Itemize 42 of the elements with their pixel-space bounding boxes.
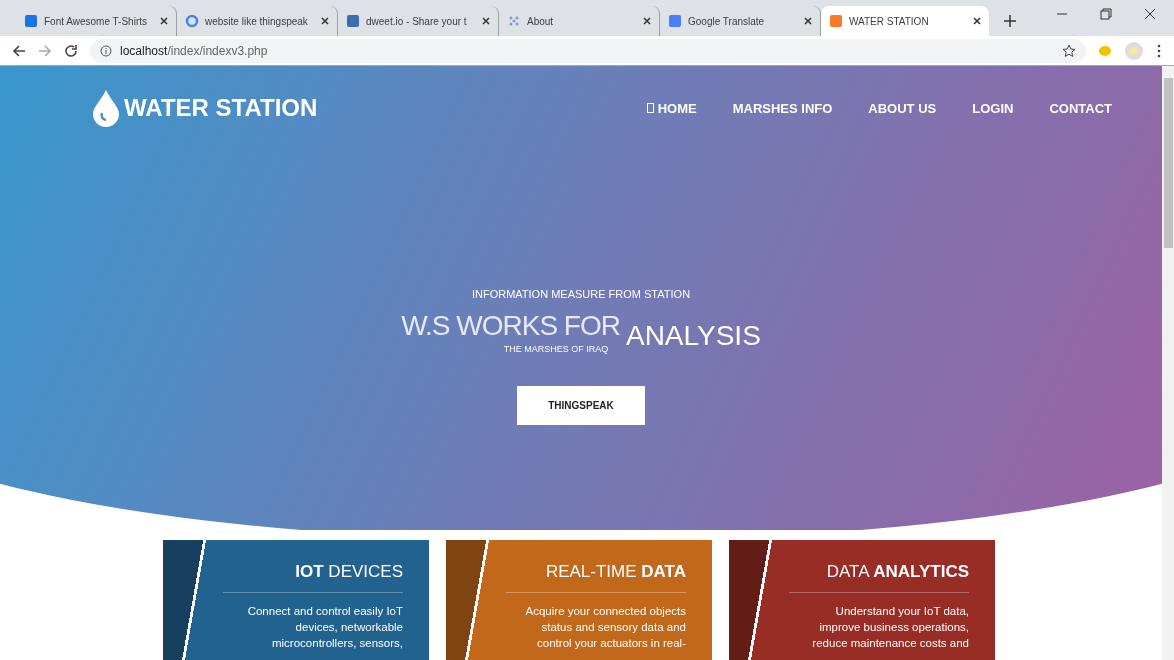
nav-link[interactable]: LOGIN [972,100,1014,116]
card-title: DATA ANALYTICS [789,562,969,593]
hero-eyebrow: INFORMATION MEASURE FROM STATION [471,288,691,300]
close-icon[interactable] [160,17,168,25]
restore-icon[interactable] [1100,8,1112,20]
browser-tab[interactable]: About [499,6,660,36]
nav-link[interactable]: HOME [646,100,697,116]
close-icon[interactable] [1144,8,1156,20]
card-text: Understand your IoT data, improve business operations, reduce maintenance costs and [811,604,969,651]
nav-link[interactable]: ABOUT US [868,100,937,116]
close-icon[interactable] [804,17,812,25]
back-icon[interactable] [12,43,26,58]
reload-icon[interactable] [64,43,78,58]
hero-headline-accent: ANALYSIS [625,320,761,352]
new-tab-icon[interactable] [1003,14,1017,28]
thingspeak-button[interactable]: THINGSPEAK [517,386,645,425]
hero-subline: THE MARSHES OF IRAQ [503,344,609,354]
browser-tab[interactable]: website like thingspeak [177,6,338,36]
close-icon[interactable] [321,17,329,25]
scrollbar[interactable] [1162,66,1174,660]
scrollbar-thumb[interactable] [1163,78,1173,248]
close-icon[interactable] [973,17,981,25]
card-title: IOT DEVICES [223,562,403,593]
dots-icon [507,14,521,28]
info-icon [100,44,112,57]
hero-headline: W.S WORKS FOR [401,310,620,342]
card-text: Connect and control easily IoT devices, networkable microcontrollers, sensors, [246,604,403,651]
card-title: REAL-TIME DATA [506,562,686,593]
logo-text: WATER STATION [124,94,318,122]
browser-tab[interactable]: dweet.io - Share your t [338,6,499,36]
menu-icon[interactable] [1156,43,1162,58]
browser-tab[interactable]: Google Translate [660,6,821,36]
close-icon[interactable] [482,17,490,25]
star-icon[interactable] [1062,43,1076,58]
address-bar[interactable]: localhost/index/indexv3.php [90,38,1086,63]
close-icon[interactable] [643,17,651,25]
card-text: Acquire your connected objects status and sensory data and control your actuators in real- [524,604,686,651]
browser-tab[interactable]: WATER STATION [821,6,989,36]
water-drop-icon [92,89,120,127]
nav-link[interactable]: MARSHES INFO [732,100,833,116]
browser-tab[interactable]: Font Awesome T-Shirts [16,6,177,36]
nav-link[interactable]: CONTACT [1049,100,1112,116]
